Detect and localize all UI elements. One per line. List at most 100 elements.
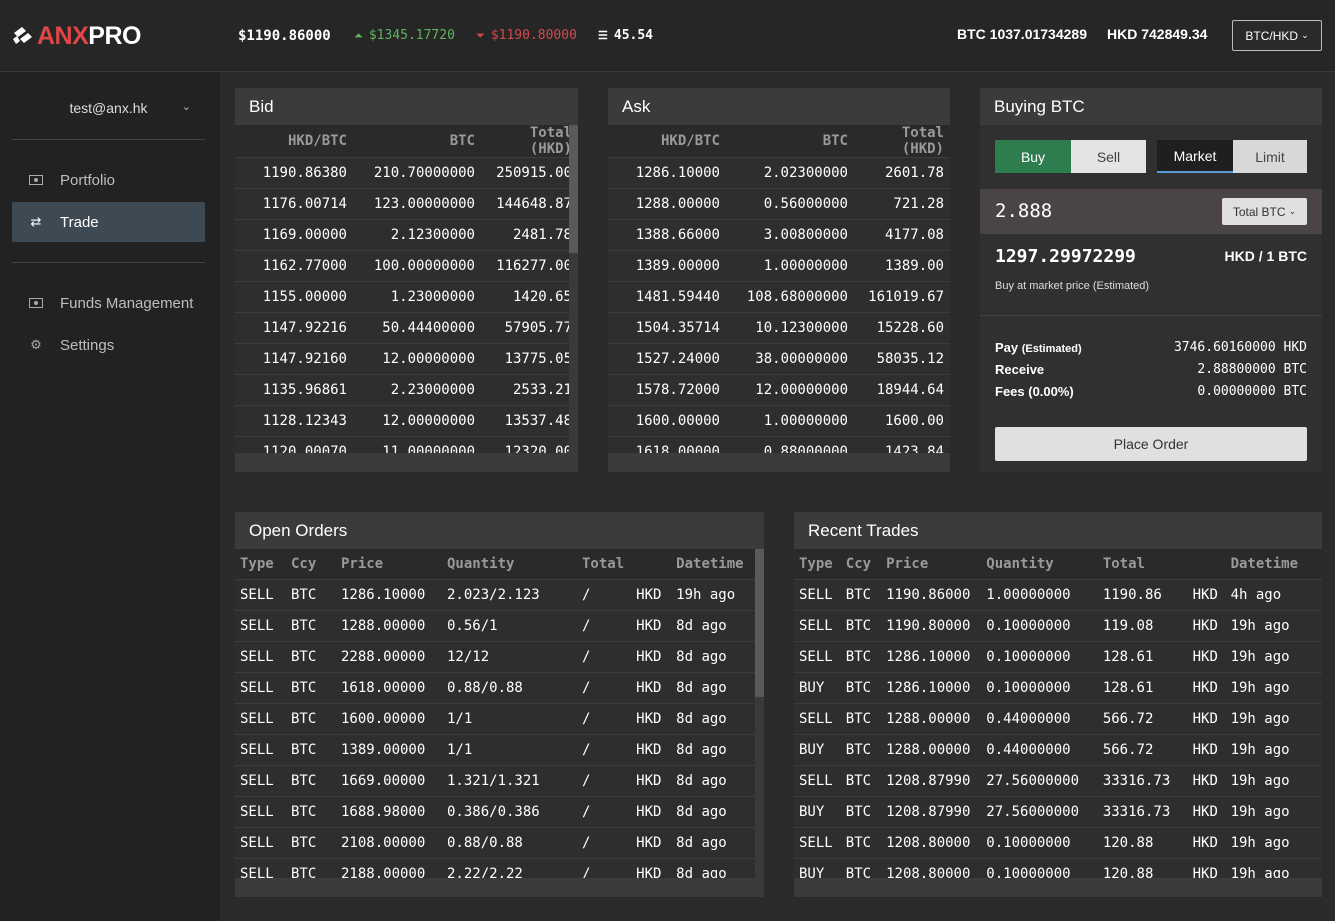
bid-cell: 123.00000000: [353, 188, 481, 220]
open-order-cell: SELL: [235, 795, 285, 827]
bid-cell: 116277.00: [481, 250, 578, 282]
recent-trades-table-body: SELL BTC 1190.86000 1.00000000 1190.86 HKD 4h …: [794, 578, 1322, 878]
open-order-row[interactable]: SELL BTC 2288.00000 12/12/HKD 8d ago: [235, 640, 764, 672]
buy-toggle-button[interactable]: Buy: [995, 140, 1071, 173]
sidebar-item-funds-management[interactable]: Funds Management: [12, 283, 205, 323]
open-order-cell: 2.023/2.123: [441, 578, 576, 610]
bid-table-wrap[interactable]: HKD/BTC BTC Total (HKD) 1190.86380 210.70…: [235, 125, 578, 453]
ask-row[interactable]: 1288.00000 0.56000000 721.28: [608, 188, 950, 220]
ask-row[interactable]: 1286.10000 2.02300000 2601.78: [608, 157, 950, 189]
user-email: test@anx.hk: [69, 100, 148, 116]
open-order-row[interactable]: SELL BTC 1286.10000 2.023/2.123/HKD 19h ago: [235, 578, 764, 610]
bid-row[interactable]: 1176.00714 123.00000000 144648.87: [235, 188, 578, 220]
sidebar-item-portfolio[interactable]: Portfolio: [12, 160, 205, 200]
bid-row[interactable]: 1135.96861 2.23000000 2533.21: [235, 374, 578, 406]
recent-trades-table-wrap[interactable]: Type Ccy Price Quantity Total Datetime S…: [794, 549, 1322, 878]
recent-trade-cell: 0.10000000: [980, 640, 1097, 672]
bid-row[interactable]: 1147.92216 50.44400000 57905.77: [235, 312, 578, 344]
recent-trade-cell: BTC: [839, 795, 881, 827]
bid-cell: 1147.92160: [235, 343, 353, 375]
ask-row[interactable]: 1504.35714 10.12300000 15228.60: [608, 312, 950, 344]
bid-row[interactable]: 1120.00070 11.00000000 12320.00: [235, 436, 578, 453]
ask-row[interactable]: 1481.59440 108.68000000 161019.67: [608, 281, 950, 313]
sell-toggle-button[interactable]: Sell: [1071, 140, 1146, 173]
open-order-row[interactable]: SELL BTC 1389.00000 1/1/HKD 8d ago: [235, 733, 764, 765]
ask-cell: 1.00000000: [726, 405, 854, 437]
recent-trade-row[interactable]: BUY BTC 1286.10000 0.10000000 128.61 HKD 19h a…: [794, 671, 1322, 703]
bid-row[interactable]: 1169.00000 2.12300000 2481.78: [235, 219, 578, 251]
recent-trade-cell: HKD: [1186, 826, 1225, 858]
pay-note: (Estimated): [1021, 343, 1082, 355]
cash-icon: [12, 173, 60, 188]
sidebar-item-settings[interactable]: ⚙ Settings: [12, 325, 205, 365]
open-order-row[interactable]: SELL BTC 2108.00000 0.88/0.88/HKD 8d ago: [235, 826, 764, 858]
open-order-row[interactable]: SELL BTC 1688.98000 0.386/0.386/HKD 8d ago: [235, 795, 764, 827]
open-order-cell: HKD: [630, 795, 671, 827]
open-order-cell: 12/12: [441, 640, 576, 672]
ask-row[interactable]: 1618.00000 0.88000000 1423.84: [608, 436, 950, 453]
recent-trade-row[interactable]: BUY BTC 1208.87990 27.56000000 33316.73 HKD 19…: [794, 795, 1322, 827]
estimated-price-note: Buy at market price (Estimated): [995, 280, 1150, 292]
open-order-cell: 1.321/1.321: [441, 764, 576, 796]
ask-row[interactable]: 1578.72000 12.00000000 18944.64: [608, 374, 950, 406]
ask-row[interactable]: 1527.24000 38.00000000 58035.12: [608, 343, 950, 375]
bid-row[interactable]: 1190.86380 210.70000000 250915.00: [235, 157, 578, 189]
recent-trade-cell: BTC: [839, 671, 881, 703]
open-order-row[interactable]: SELL BTC 2188.00000 2.22/2.22/HKD 8d ago: [235, 857, 764, 878]
open-order-cell: 1669.00000: [335, 764, 441, 796]
open-order-cell: /: [576, 764, 631, 796]
recent-trade-row[interactable]: SELL BTC 1190.86000 1.00000000 1190.86 HKD 4h …: [794, 578, 1322, 610]
limit-toggle-button[interactable]: Limit: [1233, 140, 1307, 173]
open-orders-scrollbar-thumb[interactable]: [755, 549, 764, 697]
high-price: ⏶ $1345.17720: [354, 28, 455, 43]
ask-table-wrap[interactable]: HKD/BTC BTC Total (HKD) 1286.10000 2.0230…: [608, 125, 950, 453]
recent-trade-row[interactable]: SELL BTC 1208.87990 27.56000000 33316.73 HKD 1…: [794, 764, 1322, 796]
recent-trade-cell: 33316.73: [1096, 764, 1187, 796]
open-order-row[interactable]: SELL BTC 1600.00000 1/1/HKD 8d ago: [235, 702, 764, 734]
amount-unit-select[interactable]: Total BTC ⌄: [1222, 198, 1307, 225]
recent-trade-row[interactable]: BUY BTC 1288.00000 0.44000000 566.72 HKD 19h a…: [794, 733, 1322, 765]
recent-trade-row[interactable]: SELL BTC 1208.80000 0.10000000 120.88 HKD 19h …: [794, 826, 1322, 858]
recent-trade-row[interactable]: BUY BTC 1208.80000 0.10000000 120.88 HKD 19h a…: [794, 857, 1322, 878]
open-order-row[interactable]: SELL BTC 1669.00000 1.321/1.321/HKD 8d ago: [235, 764, 764, 796]
amount-input[interactable]: [995, 200, 1175, 222]
open-orders-title: Open Orders: [235, 512, 764, 549]
open-orders-col-header: Price: [335, 549, 441, 579]
open-orders-header-row: Type Ccy Price Quantity Total Datetime: [235, 549, 764, 579]
recent-trade-cell: SELL: [794, 826, 840, 858]
anxpro-logo[interactable]: ANX PRO: [12, 20, 141, 52]
ask-header-row: HKD/BTC BTC Total (HKD): [608, 125, 950, 158]
sidebar-item-trade[interactable]: ⇄ Trade: [12, 202, 205, 242]
open-order-row[interactable]: SELL BTC 1288.00000 0.56/1/HKD 8d ago: [235, 609, 764, 641]
place-order-button[interactable]: Place Order: [995, 427, 1307, 461]
ask-cell: 721.28: [854, 188, 950, 220]
open-order-cell: SELL: [235, 609, 285, 641]
ask-row[interactable]: 1600.00000 1.00000000 1600.00: [608, 405, 950, 437]
bid-row[interactable]: 1155.00000 1.23000000 1420.65: [235, 281, 578, 313]
user-menu[interactable]: test@anx.hk ⌄: [12, 90, 205, 126]
bid-row[interactable]: 1128.12343 12.00000000 13537.48: [235, 405, 578, 437]
bid-row[interactable]: 1162.77000 100.00000000 116277.00: [235, 250, 578, 282]
recent-trade-cell: 19h ago: [1224, 795, 1322, 827]
bid-cell: 1155.00000: [235, 281, 353, 313]
recent-trade-row[interactable]: SELL BTC 1288.00000 0.44000000 566.72 HKD 19h …: [794, 702, 1322, 734]
open-orders-table: Type Ccy Price Quantity Total Datetime S…: [235, 549, 764, 878]
recent-trade-cell: BTC: [839, 826, 881, 858]
recent-trade-cell: 120.88: [1096, 857, 1187, 878]
market-toggle-button[interactable]: Market: [1157, 140, 1233, 173]
bid-scrollbar-thumb[interactable]: [569, 125, 578, 253]
chevron-down-icon: ⌄: [181, 101, 191, 113]
ask-row[interactable]: 1388.66000 3.00800000 4177.08: [608, 219, 950, 251]
ask-row[interactable]: 1389.00000 1.00000000 1389.00: [608, 250, 950, 282]
open-orders-table-wrap[interactable]: Type Ccy Price Quantity Total Datetime S…: [235, 549, 764, 878]
logo-pro-text: PRO: [88, 21, 141, 50]
recent-trade-row[interactable]: SELL BTC 1190.80000 0.10000000 119.08 HKD 19h …: [794, 609, 1322, 641]
bid-row[interactable]: 1147.92160 12.00000000 13775.05: [235, 343, 578, 375]
bid-cell: 12320.00: [481, 436, 578, 453]
recent-trade-cell: 128.61: [1096, 640, 1187, 672]
ask-cell: 18944.64: [854, 374, 950, 406]
ask-cell: 0.56000000: [726, 188, 854, 220]
pair-select[interactable]: BTC/HKD ⌄: [1232, 20, 1322, 51]
recent-trade-row[interactable]: SELL BTC 1286.10000 0.10000000 128.61 HKD 19h …: [794, 640, 1322, 672]
open-order-row[interactable]: SELL BTC 1618.00000 0.88/0.88/HKD 8d ago: [235, 671, 764, 703]
